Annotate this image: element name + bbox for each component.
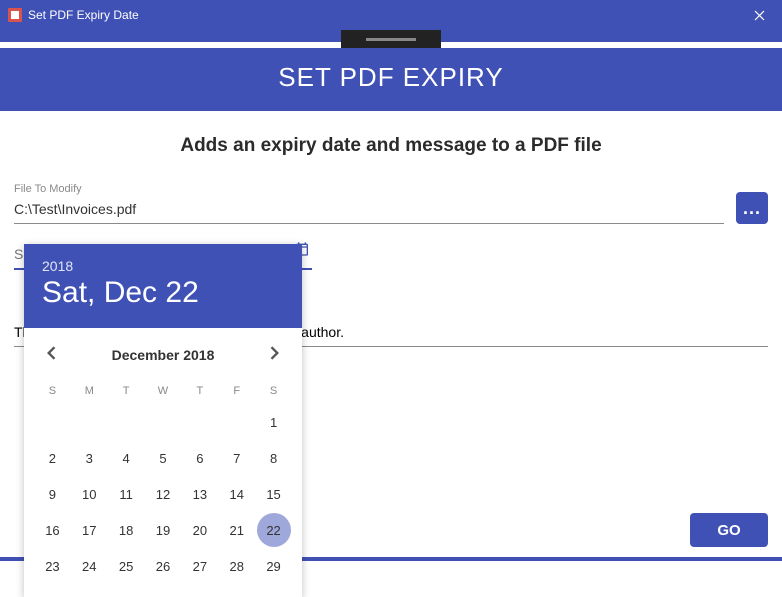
date-picker: 2018 Sat, Dec 22 December 2018 SMTWTFS12… bbox=[24, 244, 302, 597]
dp-day[interactable]: 2 bbox=[35, 441, 69, 475]
dp-day[interactable]: 10 bbox=[72, 477, 106, 511]
dp-day[interactable]: 24 bbox=[72, 549, 106, 583]
dp-day[interactable]: 14 bbox=[220, 477, 254, 511]
dp-dow: M bbox=[71, 379, 108, 403]
file-input[interactable] bbox=[14, 197, 724, 224]
dp-day-empty bbox=[35, 405, 69, 439]
dp-day[interactable]: 28 bbox=[220, 549, 254, 583]
dp-dow: S bbox=[34, 379, 71, 403]
dp-day-empty bbox=[183, 405, 217, 439]
drag-handle[interactable] bbox=[341, 30, 441, 48]
dp-day[interactable]: 6 bbox=[183, 441, 217, 475]
dp-day[interactable]: 4 bbox=[109, 441, 143, 475]
dp-day[interactable]: 26 bbox=[146, 549, 180, 583]
go-button[interactable]: GO bbox=[690, 513, 768, 547]
app-title: SET PDF EXPIRY bbox=[0, 62, 782, 93]
dp-day[interactable]: 11 bbox=[109, 477, 143, 511]
prev-month-button[interactable] bbox=[42, 342, 60, 367]
dp-day[interactable]: 21 bbox=[220, 513, 254, 547]
dp-day[interactable]: 25 bbox=[109, 549, 143, 583]
dp-grid: SMTWTFS123456789101112131415161718192021… bbox=[24, 375, 302, 597]
dp-day[interactable]: 20 bbox=[183, 513, 217, 547]
dp-day-empty bbox=[146, 405, 180, 439]
dp-day[interactable]: 7 bbox=[220, 441, 254, 475]
file-label: File To Modify bbox=[14, 183, 724, 195]
app-icon bbox=[8, 8, 22, 22]
page-subtitle: Adds an expiry date and message to a PDF… bbox=[10, 135, 772, 157]
dp-day[interactable]: 8 bbox=[257, 441, 291, 475]
window-title: Set PDF Expiry Date bbox=[28, 8, 736, 22]
browse-button[interactable]: ... bbox=[736, 192, 768, 224]
dp-day[interactable]: 3 bbox=[72, 441, 106, 475]
dp-day[interactable]: 13 bbox=[183, 477, 217, 511]
chevron-right-icon bbox=[270, 346, 280, 360]
dp-day[interactable]: 12 bbox=[146, 477, 180, 511]
dp-day[interactable]: 17 bbox=[72, 513, 106, 547]
chevron-left-icon bbox=[46, 346, 56, 360]
dp-day[interactable]: 15 bbox=[257, 477, 291, 511]
dp-day[interactable]: 9 bbox=[35, 477, 69, 511]
close-button[interactable] bbox=[736, 0, 782, 30]
dp-dow: S bbox=[255, 379, 292, 403]
dp-month-label: December 2018 bbox=[112, 347, 215, 363]
dp-day[interactable]: 1 bbox=[257, 405, 291, 439]
dp-dow: F bbox=[218, 379, 255, 403]
dp-day[interactable]: 23 bbox=[35, 549, 69, 583]
close-icon bbox=[754, 10, 765, 21]
dp-dow: T bbox=[181, 379, 218, 403]
dp-day[interactable]: 5 bbox=[146, 441, 180, 475]
dp-day[interactable]: 19 bbox=[146, 513, 180, 547]
next-month-button[interactable] bbox=[266, 342, 284, 367]
dp-day[interactable]: 27 bbox=[183, 549, 217, 583]
dp-day-empty bbox=[220, 405, 254, 439]
dp-day[interactable]: 16 bbox=[35, 513, 69, 547]
app-header: SET PDF EXPIRY bbox=[0, 30, 782, 111]
dp-dow: T bbox=[108, 379, 145, 403]
titlebar: Set PDF Expiry Date bbox=[0, 0, 782, 30]
dp-day[interactable]: 22 bbox=[257, 513, 291, 547]
dp-day-empty bbox=[72, 405, 106, 439]
dp-day[interactable]: 29 bbox=[257, 549, 291, 583]
dp-year[interactable]: 2018 bbox=[42, 258, 284, 274]
dp-day[interactable]: 18 bbox=[109, 513, 143, 547]
dp-selected-date: Sat, Dec 22 bbox=[42, 276, 284, 310]
dp-day-empty bbox=[109, 405, 143, 439]
dp-dow: W bbox=[145, 379, 182, 403]
